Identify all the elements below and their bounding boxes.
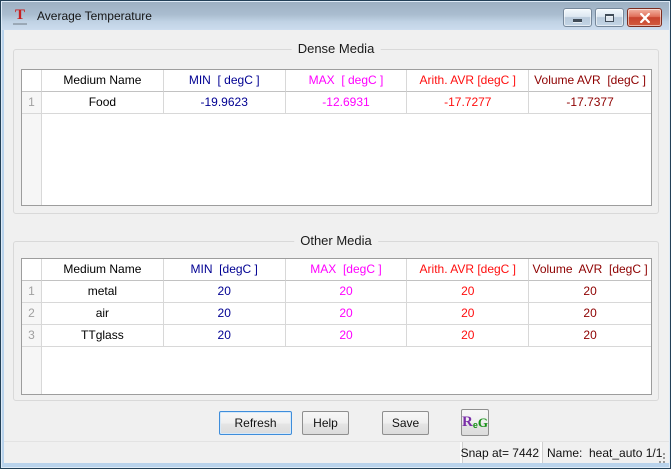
table-row[interactable]: 1 Food -19.9623 -12.6931 -17.7277 -17.73… bbox=[22, 92, 651, 114]
cell-volume-avr[interactable]: -17.7377 bbox=[529, 92, 651, 114]
titlebar[interactable]: T Average Temperature bbox=[2, 2, 669, 30]
header-corner-cell bbox=[22, 70, 42, 92]
header-medium-name: Medium Name bbox=[42, 259, 164, 281]
app-icon-letter: T bbox=[12, 8, 28, 23]
group-other-media-title: Other Media bbox=[294, 233, 378, 248]
logo-letter-e: e bbox=[473, 420, 478, 430]
other-media-table[interactable]: Medium Name MIN [degC ] MAX [degC ] Arit… bbox=[21, 258, 652, 395]
cell-max[interactable]: 20 bbox=[286, 281, 408, 303]
status-snap-pane: Snap at= 7442 bbox=[462, 442, 542, 463]
status-bar: Snap at= 7442 Name: heat_auto 1/1 bbox=[4, 441, 669, 463]
cell-min[interactable]: 20 bbox=[164, 281, 286, 303]
cell-arith-avr[interactable]: 20 bbox=[407, 325, 529, 347]
table-row[interactable]: 2 air 20 20 20 20 bbox=[22, 303, 651, 325]
cell-volume-avr[interactable]: 20 bbox=[529, 281, 651, 303]
status-empty-pane bbox=[4, 442, 462, 463]
help-button[interactable]: Help bbox=[302, 411, 349, 435]
cell-medium-name[interactable]: Food bbox=[42, 92, 164, 114]
cell-min[interactable]: 20 bbox=[164, 303, 286, 325]
cell-max[interactable]: 20 bbox=[286, 325, 408, 347]
row-number-cell[interactable]: 3 bbox=[22, 325, 42, 347]
header-max: MAX [degC ] bbox=[286, 259, 408, 281]
cell-arith-avr[interactable]: 20 bbox=[407, 281, 529, 303]
cell-volume-avr[interactable]: 20 bbox=[529, 303, 651, 325]
cell-medium-name[interactable]: air bbox=[42, 303, 164, 325]
status-name-pane: Name: heat_auto 1/1 bbox=[542, 442, 654, 463]
group-other-media: Other Media Medium Name MIN [degC ] MAX … bbox=[13, 241, 659, 401]
cell-arith-avr[interactable]: -17.7277 bbox=[407, 92, 529, 114]
dialog-window: T Average Temperature Dense Media bbox=[0, 0, 671, 469]
dense-media-table[interactable]: Medium Name MIN [ degC ] MAX [ degC ] Ar… bbox=[21, 69, 652, 206]
cell-min[interactable]: -19.9623 bbox=[164, 92, 286, 114]
header-medium-name: Medium Name bbox=[42, 70, 164, 92]
header-arith-avr: Arith. AVR [degC ] bbox=[407, 259, 529, 281]
maximize-button[interactable] bbox=[595, 8, 624, 27]
minimize-button[interactable] bbox=[563, 8, 592, 27]
header-min: MIN [degC ] bbox=[164, 259, 286, 281]
header-max: MAX [ degC ] bbox=[286, 70, 408, 92]
close-button[interactable] bbox=[627, 8, 662, 27]
logo-letter-r: R bbox=[462, 414, 473, 431]
cell-arith-avr[interactable]: 20 bbox=[407, 303, 529, 325]
client-area: Dense Media Medium Name MIN [ degC ] MAX… bbox=[4, 30, 669, 463]
window-title: Average Temperature bbox=[37, 9, 152, 23]
table-row[interactable]: 1 metal 20 20 20 20 bbox=[22, 281, 651, 303]
header-volume-avr: Volume AVR [degC ] bbox=[529, 70, 651, 92]
close-icon bbox=[639, 13, 651, 23]
cell-max[interactable]: 20 bbox=[286, 303, 408, 325]
save-button[interactable]: Save bbox=[382, 411, 429, 435]
group-dense-media-title: Dense Media bbox=[292, 41, 381, 56]
other-table-header-row: Medium Name MIN [degC ] MAX [degC ] Arit… bbox=[22, 259, 651, 281]
cell-min[interactable]: 20 bbox=[164, 325, 286, 347]
logo-letter-g: G bbox=[478, 415, 488, 431]
cell-volume-avr[interactable]: 20 bbox=[529, 325, 651, 347]
cell-medium-name[interactable]: TTglass bbox=[42, 325, 164, 347]
reg-logo-button[interactable]: ReG bbox=[461, 409, 489, 436]
row-number-cell[interactable]: 2 bbox=[22, 303, 42, 325]
header-volume-avr: Volume AVR [degC ] bbox=[529, 259, 651, 281]
refresh-button[interactable]: Refresh bbox=[219, 411, 292, 435]
header-corner-cell bbox=[22, 259, 42, 281]
resize-grip[interactable] bbox=[654, 442, 669, 463]
maximize-icon bbox=[605, 14, 614, 22]
header-min: MIN [ degC ] bbox=[164, 70, 286, 92]
row-number-cell[interactable]: 1 bbox=[22, 281, 42, 303]
cell-medium-name[interactable]: metal bbox=[42, 281, 164, 303]
header-arith-avr: Arith. AVR [degC ] bbox=[407, 70, 529, 92]
app-icon: T bbox=[12, 8, 28, 24]
minimize-icon bbox=[573, 19, 582, 22]
cell-max[interactable]: -12.6931 bbox=[286, 92, 408, 114]
dense-table-header-row: Medium Name MIN [ degC ] MAX [ degC ] Ar… bbox=[22, 70, 651, 92]
group-dense-media: Dense Media Medium Name MIN [ degC ] MAX… bbox=[13, 49, 659, 214]
table-row[interactable]: 3 TTglass 20 20 20 20 bbox=[22, 325, 651, 347]
window-controls bbox=[563, 8, 662, 27]
snapshot-name: Name: heat_auto 1/1 bbox=[547, 446, 662, 460]
snap-value: Snap at= 7442 bbox=[461, 446, 539, 460]
row-number-cell[interactable]: 1 bbox=[22, 92, 42, 114]
